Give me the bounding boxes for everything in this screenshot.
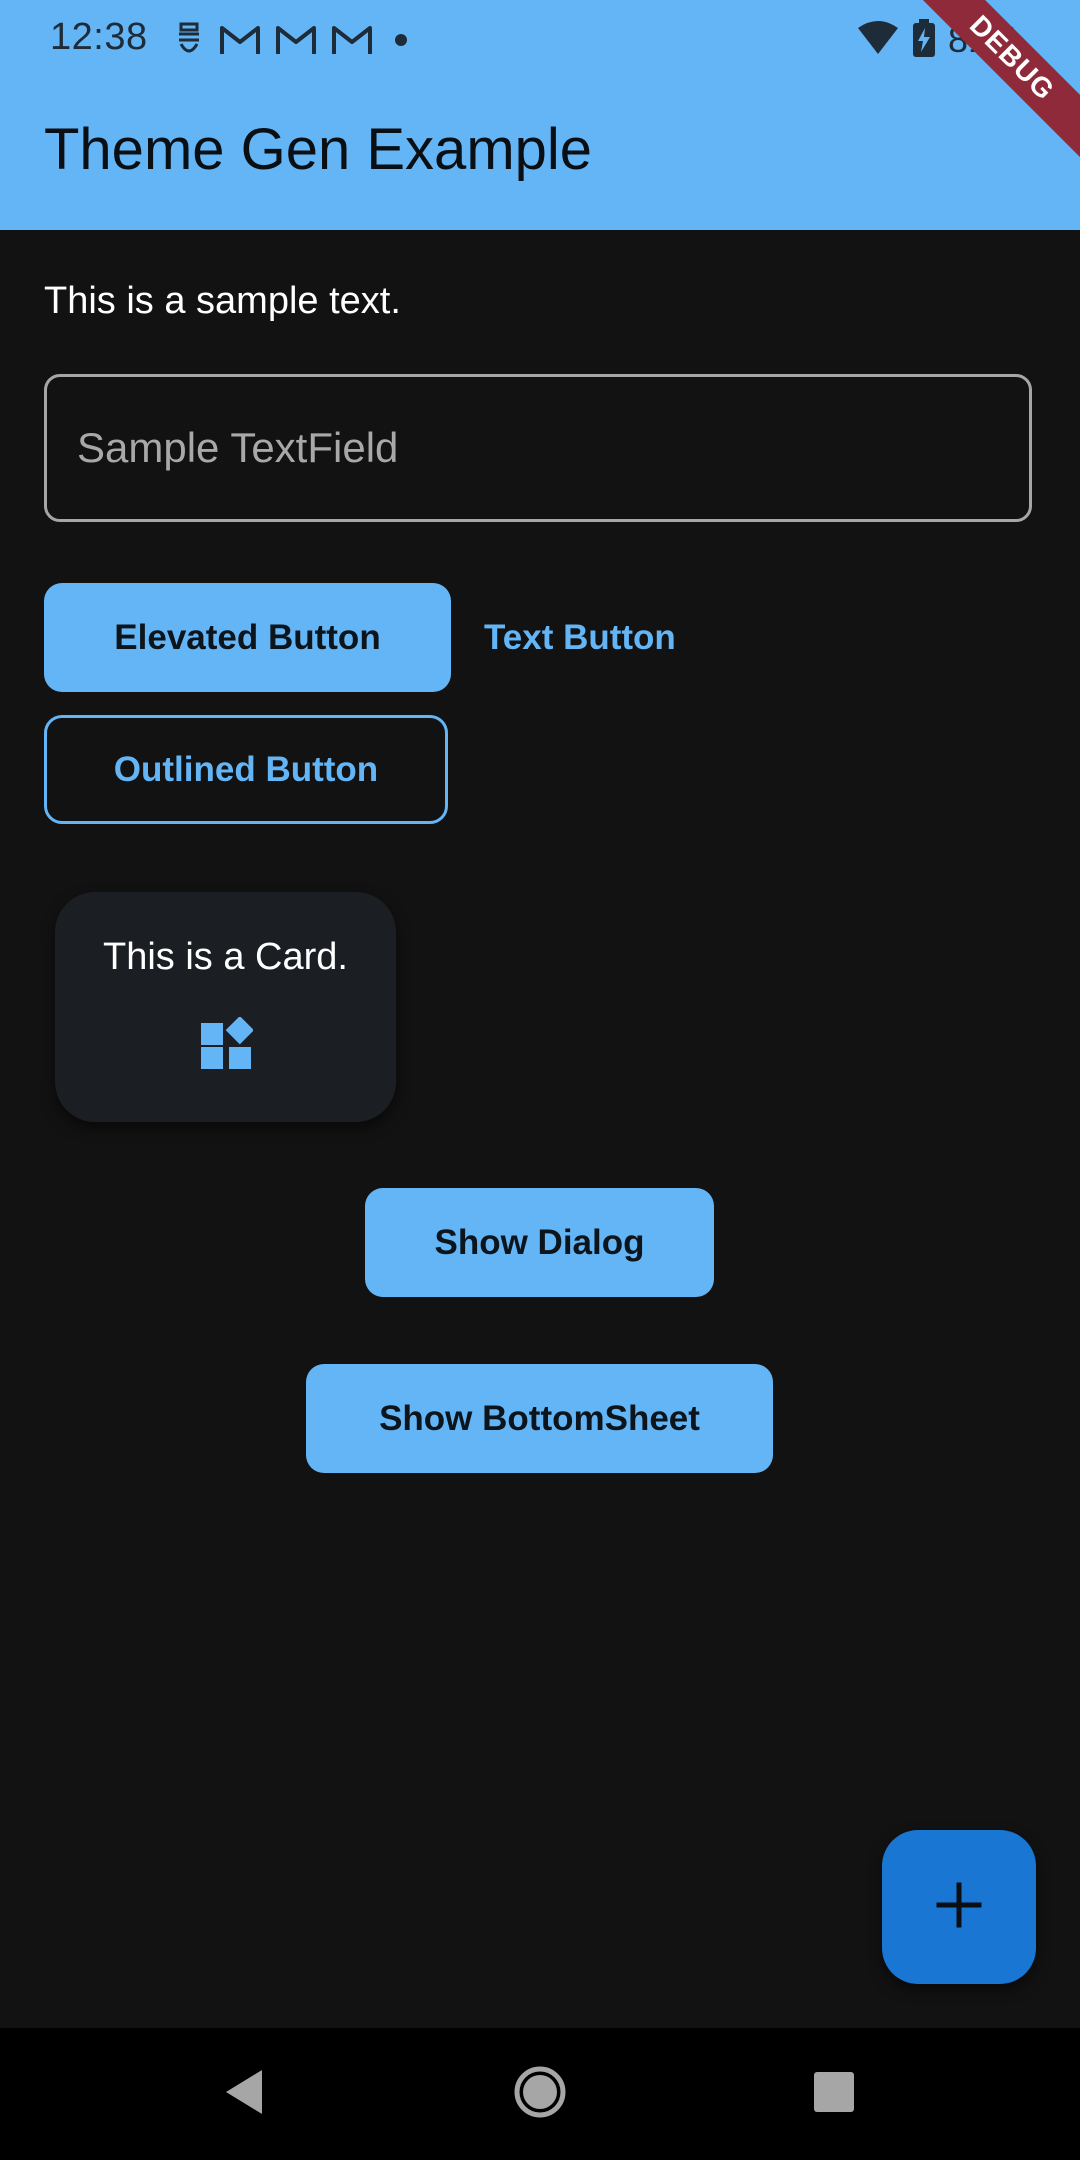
- app-bar: Theme Gen Example: [0, 78, 1080, 230]
- show-bottomsheet-button[interactable]: Show BottomSheet: [306, 1364, 773, 1473]
- card-text: This is a Card.: [103, 936, 348, 978]
- recents-icon: [812, 2070, 856, 2119]
- add-icon: [936, 1882, 982, 1933]
- gmail-icon: [330, 22, 374, 58]
- screen: 12:38 Theme Gen Example DEBUG This is a …: [0, 0, 1080, 2160]
- sample-card: This is a Card.: [55, 892, 396, 1122]
- wifi-icon: [856, 20, 900, 61]
- navigation-bar: [0, 2028, 1080, 2160]
- gmail-icon: [274, 22, 318, 58]
- back-icon: [220, 2066, 268, 2123]
- nav-back-button[interactable]: [178, 2028, 310, 2160]
- status-notification-icons: [172, 18, 416, 62]
- sample-text: This is a sample text.: [44, 280, 401, 322]
- status-bar: 12:38: [0, 0, 1080, 78]
- nav-home-button[interactable]: [474, 2028, 606, 2160]
- widgets-icon: [199, 1016, 254, 1071]
- text-button[interactable]: Text Button: [470, 583, 700, 692]
- debug-banner: DEBUG: [920, 0, 1080, 160]
- gmail-icon: [218, 22, 262, 58]
- sample-text-field[interactable]: [44, 374, 1032, 522]
- notification-dot-icon: [386, 30, 416, 50]
- elevated-button[interactable]: Elevated Button: [44, 583, 451, 692]
- nav-recents-button[interactable]: [768, 2028, 900, 2160]
- app-title: Theme Gen Example: [44, 117, 593, 182]
- status-time: 12:38: [50, 16, 148, 58]
- debug-banner-label: DEBUG: [920, 0, 1080, 160]
- show-dialog-button[interactable]: Show Dialog: [365, 1188, 714, 1297]
- outlined-button[interactable]: Outlined Button: [44, 715, 448, 824]
- top-bar: 12:38 Theme Gen Example DEBUG: [0, 0, 1080, 230]
- storage-icon: [172, 20, 206, 60]
- home-icon: [513, 2065, 567, 2124]
- add-fab-button[interactable]: [882, 1830, 1036, 1984]
